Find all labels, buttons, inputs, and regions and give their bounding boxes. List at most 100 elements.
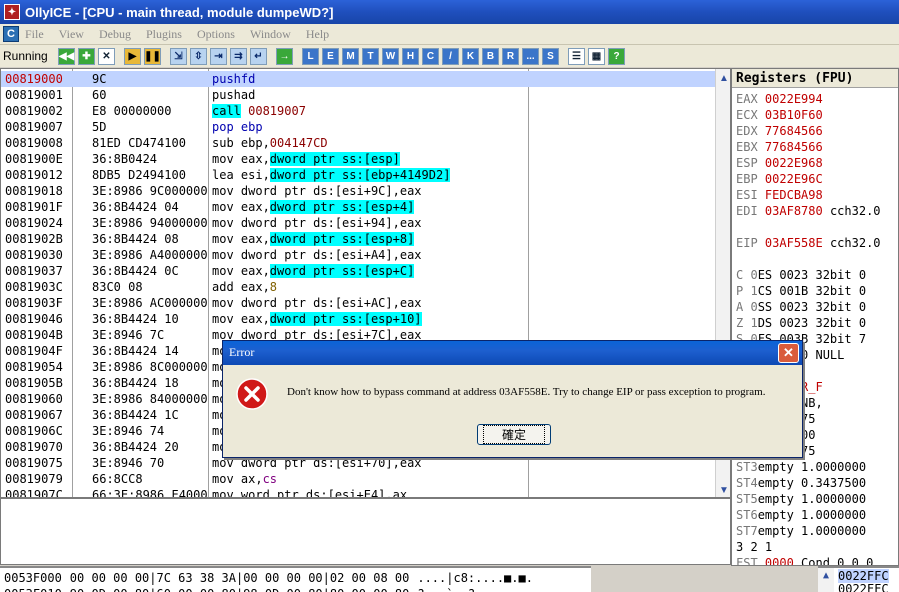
disasm-row[interactable]: 00819001 60 pushad: [1, 87, 715, 103]
pause-icon[interactable]: ❚❚: [144, 47, 161, 65]
step-over-icon[interactable]: ⇳: [190, 47, 207, 65]
disasm-address: 00819075: [5, 456, 63, 470]
handles-button[interactable]: H: [402, 47, 419, 65]
menu-debug[interactable]: Debug: [99, 27, 131, 42]
appearance-icon[interactable]: ▦: [588, 47, 605, 65]
register-row[interactable]: ST7empty 1.0000000: [736, 523, 866, 539]
call-stack-button[interactable]: K: [462, 47, 479, 65]
restart-icon[interactable]: ✚: [78, 47, 95, 65]
memory-dump-pane[interactable]: 0053F000 00 00 00 00|7C 63 38 3A|00 00 00…: [0, 566, 591, 592]
execute-till-return-icon[interactable]: ↵: [250, 47, 267, 65]
dump-hex: 90 0D 00 80|60 00 00 80|98 0D 00 80|80 0…: [70, 587, 410, 592]
patches-button[interactable]: /: [442, 47, 459, 65]
breakpoints-button[interactable]: B: [482, 47, 499, 65]
disasm-row[interactable]: 00819008 81ED CD474100 sub ebp,004147CD: [1, 135, 715, 151]
disasm-row[interactable]: 0081902B 36:8B4424 08 mov eax,dword ptr ss…: [1, 231, 715, 247]
help-icon[interactable]: ?: [608, 47, 625, 65]
registers-pane[interactable]: Registers (FPU) EAX 0022E994 ECX 03B10F60…: [731, 68, 899, 566]
register-row[interactable]: ESP 0022E968: [736, 155, 823, 171]
disasm-command-part: pushad: [212, 88, 256, 102]
info-pane[interactable]: [0, 498, 731, 565]
title-bar: ✦ OllyICE - [CPU - main thread, module d…: [0, 0, 899, 24]
disasm-row[interactable]: 00819007 5D pop ebp: [1, 119, 715, 135]
register-row[interactable]: EDI 03AF8780 cch32.0: [736, 203, 881, 219]
ok-button[interactable]: 確定: [477, 424, 551, 445]
disasm-row[interactable]: 0081903C 83C0 08 add eax,8: [1, 279, 715, 295]
register-row[interactable]: ECX 03B10F60: [736, 107, 823, 123]
olly-app-icon[interactable]: ✦: [4, 4, 20, 20]
register-row[interactable]: Z 1DS 0023 32bit 0: [736, 315, 866, 331]
register-row[interactable]: EAX 0022E994: [736, 91, 823, 107]
disasm-row[interactable]: 0081907C 66:3E:8986 E4000000 mov word ptr …: [1, 487, 715, 497]
disasm-row[interactable]: 00819037 36:8B4424 0C mov eax,dword ptr ss…: [1, 263, 715, 279]
register-row[interactable]: EDX 77684566: [736, 123, 823, 139]
scroll-up-icon[interactable]: ▲: [717, 71, 730, 85]
cpu-window-icon[interactable]: C: [3, 26, 19, 42]
source-button[interactable]: S: [542, 47, 559, 65]
goto-icon[interactable]: →: [276, 47, 293, 65]
menu-help[interactable]: Help: [306, 27, 329, 42]
disasm-row[interactable]: 00819002 E8 00000000 call 00819007: [1, 103, 715, 119]
disasm-row[interactable]: 00819000 9C pushfd: [1, 71, 715, 87]
stack-pane[interactable]: ▲ 0022FFC 0022FFC: [818, 566, 899, 592]
stack-row[interactable]: 0022FFC: [838, 582, 889, 592]
disasm-command-part: cs: [262, 472, 278, 486]
register-row[interactable]: EIP 03AF558E cch32.0: [736, 235, 881, 251]
run-trace-button[interactable]: ...: [522, 47, 539, 65]
disasm-row[interactable]: 00819030 3E:8986 A4000000 mov dword ptr ds…: [1, 247, 715, 263]
disasm-row[interactable]: 00819018 3E:8986 9C000000 mov dword ptr ds…: [1, 183, 715, 199]
register-row[interactable]: FST 0000 Cond 0 0 0: [736, 555, 873, 565]
disasm-command: mov eax,dword ptr ss:[esp]: [212, 151, 400, 167]
register-row[interactable]: C 0ES 0023 32bit 0: [736, 267, 866, 283]
disasm-row[interactable]: 00819012 8DB5 D2494100 lea esi,dword ptr s…: [1, 167, 715, 183]
dump-row[interactable]: 0053F010 90 0D 00 80|60 00 00 80|98 0D 00…: [4, 586, 505, 592]
executable-modules-button[interactable]: E: [322, 47, 339, 65]
log-window-button[interactable]: L: [302, 47, 319, 65]
menu-options[interactable]: Options: [197, 27, 235, 42]
dump-ascii: ?.. `..?...: [417, 587, 496, 592]
register-row[interactable]: ESI FEDCBA98: [736, 187, 823, 203]
references-button[interactable]: R: [502, 47, 519, 65]
register-row[interactable]: 3 2 1: [736, 539, 772, 555]
menu-file[interactable]: File: [25, 27, 44, 42]
step-into-icon[interactable]: ⇲: [170, 47, 187, 65]
disasm-row[interactable]: 00819046 36:8B4424 10 mov eax,dword ptr ss…: [1, 311, 715, 327]
register-row[interactable]: ST5empty 1.0000000: [736, 491, 866, 507]
disasm-row[interactable]: 0081901F 36:8B4424 04 mov eax,dword ptr ss…: [1, 199, 715, 215]
threads-button[interactable]: T: [362, 47, 379, 65]
register-extra: CS 001B 32bit 0: [757, 284, 867, 298]
trace-over-icon[interactable]: ⇉: [230, 47, 247, 65]
disasm-row[interactable]: 00819024 3E:8986 94000000 mov dword ptr ds…: [1, 215, 715, 231]
dump-row[interactable]: 0053F000 00 00 00 00|7C 63 38 3A|00 00 00…: [4, 570, 541, 586]
cpu-button[interactable]: C: [422, 47, 439, 65]
disasm-row[interactable]: 0081903F 3E:8986 AC000000 mov dword ptr ds…: [1, 295, 715, 311]
windows-button[interactable]: W: [382, 47, 399, 65]
scroll-down-icon[interactable]: ▼: [717, 483, 730, 497]
menu-view[interactable]: View: [59, 27, 84, 42]
register-row[interactable]: EBP 0022E96C: [736, 171, 823, 187]
register-row[interactable]: ST4empty 0.3437500: [736, 475, 866, 491]
register-name: ST6: [736, 508, 758, 522]
register-row[interactable]: EBX 77684566: [736, 139, 823, 155]
register-row[interactable]: P 1CS 001B 32bit 0: [736, 283, 866, 299]
run-icon[interactable]: ▶: [124, 47, 141, 65]
disasm-row[interactable]: 00819079 66:8CC8 mov ax,cs: [1, 471, 715, 487]
open-icon[interactable]: ◀◀: [58, 47, 75, 65]
stack-scroll-up-icon[interactable]: ▲: [819, 568, 833, 582]
menu-window[interactable]: Window: [250, 27, 291, 42]
register-row[interactable]: ST3empty 1.0000000: [736, 459, 866, 475]
disasm-hex: E8 00000000: [92, 104, 172, 118]
register-extra: empty 1.0000000: [757, 508, 867, 522]
trace-into-icon[interactable]: ⇥: [210, 47, 227, 65]
stack-row[interactable]: 0022FFC: [838, 569, 889, 583]
close-icon[interactable]: ✕: [778, 343, 799, 363]
close-program-icon[interactable]: ✕: [98, 47, 115, 65]
list-icon[interactable]: ☰: [568, 47, 585, 65]
register-row[interactable]: A 0SS 0023 32bit 0: [736, 299, 866, 315]
disasm-row[interactable]: 0081900E 36:8B0424 mov eax,dword ptr ss:[e…: [1, 151, 715, 167]
register-row[interactable]: ST6empty 1.0000000: [736, 507, 866, 523]
dialog-title-bar: Error ✕: [223, 341, 802, 365]
memory-map-button[interactable]: M: [342, 47, 359, 65]
menu-plugins[interactable]: Plugins: [146, 27, 182, 42]
stack-scrollbar[interactable]: ▲: [818, 568, 834, 592]
